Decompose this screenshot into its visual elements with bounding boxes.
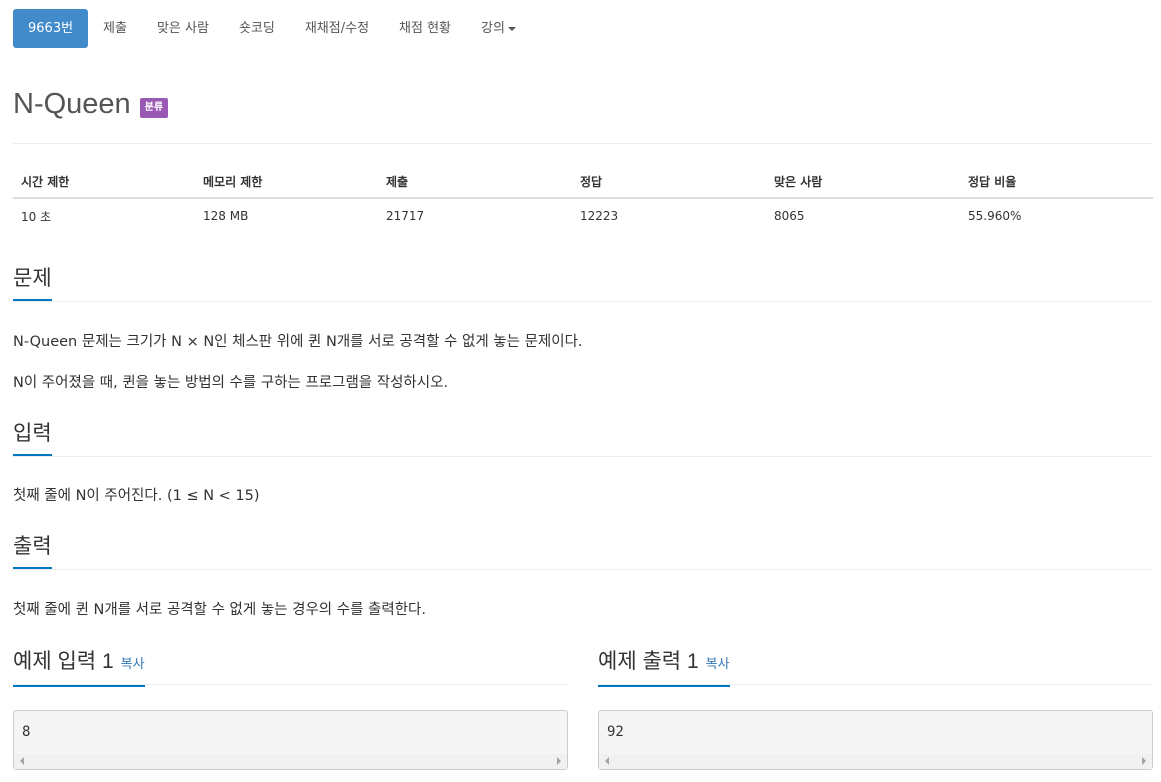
input-divider <box>13 456 1153 457</box>
header-accepted-users: 맞은 사람 <box>766 165 960 199</box>
info-value-row: 10 초 128 MB 21717 12223 8065 55.960% <box>13 198 1153 233</box>
problem-title: N-Queen <box>13 88 131 120</box>
sample-output-heading: 예제 출력 1 복사 <box>598 648 730 687</box>
sample-input-title: 예제 입력 1 <box>13 650 114 673</box>
tab-accepted-users[interactable]: 맞은 사람 <box>142 9 224 48</box>
sample-input-scrollbar[interactable] <box>14 754 567 769</box>
description-divider <box>13 301 1153 302</box>
tab-submit[interactable]: 제출 <box>88 9 142 48</box>
value-accept-ratio: 55.960% <box>968 209 1022 223</box>
sample-input-heading: 예제 입력 1 복사 <box>13 648 145 687</box>
sample-input-copy-button[interactable]: 복사 <box>121 656 145 671</box>
info-header-row: 시간 제한 메모리 제한 제출 정답 맞은 사람 정답 비율 <box>13 165 1153 199</box>
category-badge[interactable]: 분류 <box>139 97 169 118</box>
scroll-left-icon[interactable] <box>20 757 24 765</box>
value-accepted-users: 8065 <box>774 209 805 223</box>
header-accept-ratio: 정답 비율 <box>960 165 1153 199</box>
tab-lectures[interactable]: 강의 <box>466 9 531 48</box>
sample-input-box[interactable]: 8 <box>13 710 568 770</box>
description-paragraph-2: N이 주어졌을 때, 퀸을 놓는 방법의 수를 구하는 프로그램을 작성하시오. <box>13 375 449 391</box>
caret-down-icon <box>507 26 516 31</box>
output-divider <box>13 569 1153 570</box>
input-description: 첫째 줄에 N이 주어진다. (1 ≤ N < 15) <box>13 488 260 504</box>
title-divider <box>13 143 1153 144</box>
header-submissions: 제출 <box>378 165 572 199</box>
description-paragraph-1: N-Queen 문제는 크기가 N × N인 체스판 위에 퀸 N개를 서로 공… <box>13 334 583 350</box>
input-heading: 입력 <box>13 420 52 456</box>
tab-short-coding[interactable]: 숏코딩 <box>224 9 290 48</box>
value-accepted: 12223 <box>580 209 619 223</box>
output-description: 첫째 줄에 퀸 N개를 서로 공격할 수 없게 놓는 경우의 수를 출력한다. <box>13 602 426 618</box>
header-time-limit: 시간 제한 <box>13 165 195 199</box>
sample-output-box[interactable]: 92 <box>598 710 1153 770</box>
problem-info-table: 시간 제한 메모리 제한 제출 정답 맞은 사람 정답 비율 10 초 128 … <box>13 165 1153 233</box>
sample-input-value: 8 <box>22 724 31 740</box>
value-time-limit: 10 초 <box>21 209 52 224</box>
scroll-left-icon[interactable] <box>605 757 609 765</box>
scroll-right-icon[interactable] <box>557 757 561 765</box>
tab-lectures-label: 강의 <box>481 21 505 36</box>
problem-menu-tabs: 9663번 제출 맞은 사람 숏코딩 재채점/수정 채점 현황 강의 <box>13 9 531 48</box>
problem-title-row: N-Queen 분류 <box>13 88 169 121</box>
output-heading: 출력 <box>13 533 52 569</box>
tab-rejudge-edit[interactable]: 재채점/수정 <box>290 9 384 48</box>
scroll-right-icon[interactable] <box>1142 757 1146 765</box>
sample-output-title: 예제 출력 1 <box>598 650 699 673</box>
sample-output-copy-button[interactable]: 복사 <box>706 656 730 671</box>
description-heading: 문제 <box>13 265 52 301</box>
header-memory-limit: 메모리 제한 <box>195 165 378 199</box>
sample-output-scrollbar[interactable] <box>599 754 1152 769</box>
value-memory-limit: 128 MB <box>203 209 249 223</box>
header-accepted: 정답 <box>572 165 766 199</box>
tab-judge-status[interactable]: 채점 현황 <box>384 9 466 48</box>
tab-problem[interactable]: 9663번 <box>13 9 89 48</box>
value-submissions: 21717 <box>386 209 425 223</box>
sample-output-value: 92 <box>607 724 624 740</box>
